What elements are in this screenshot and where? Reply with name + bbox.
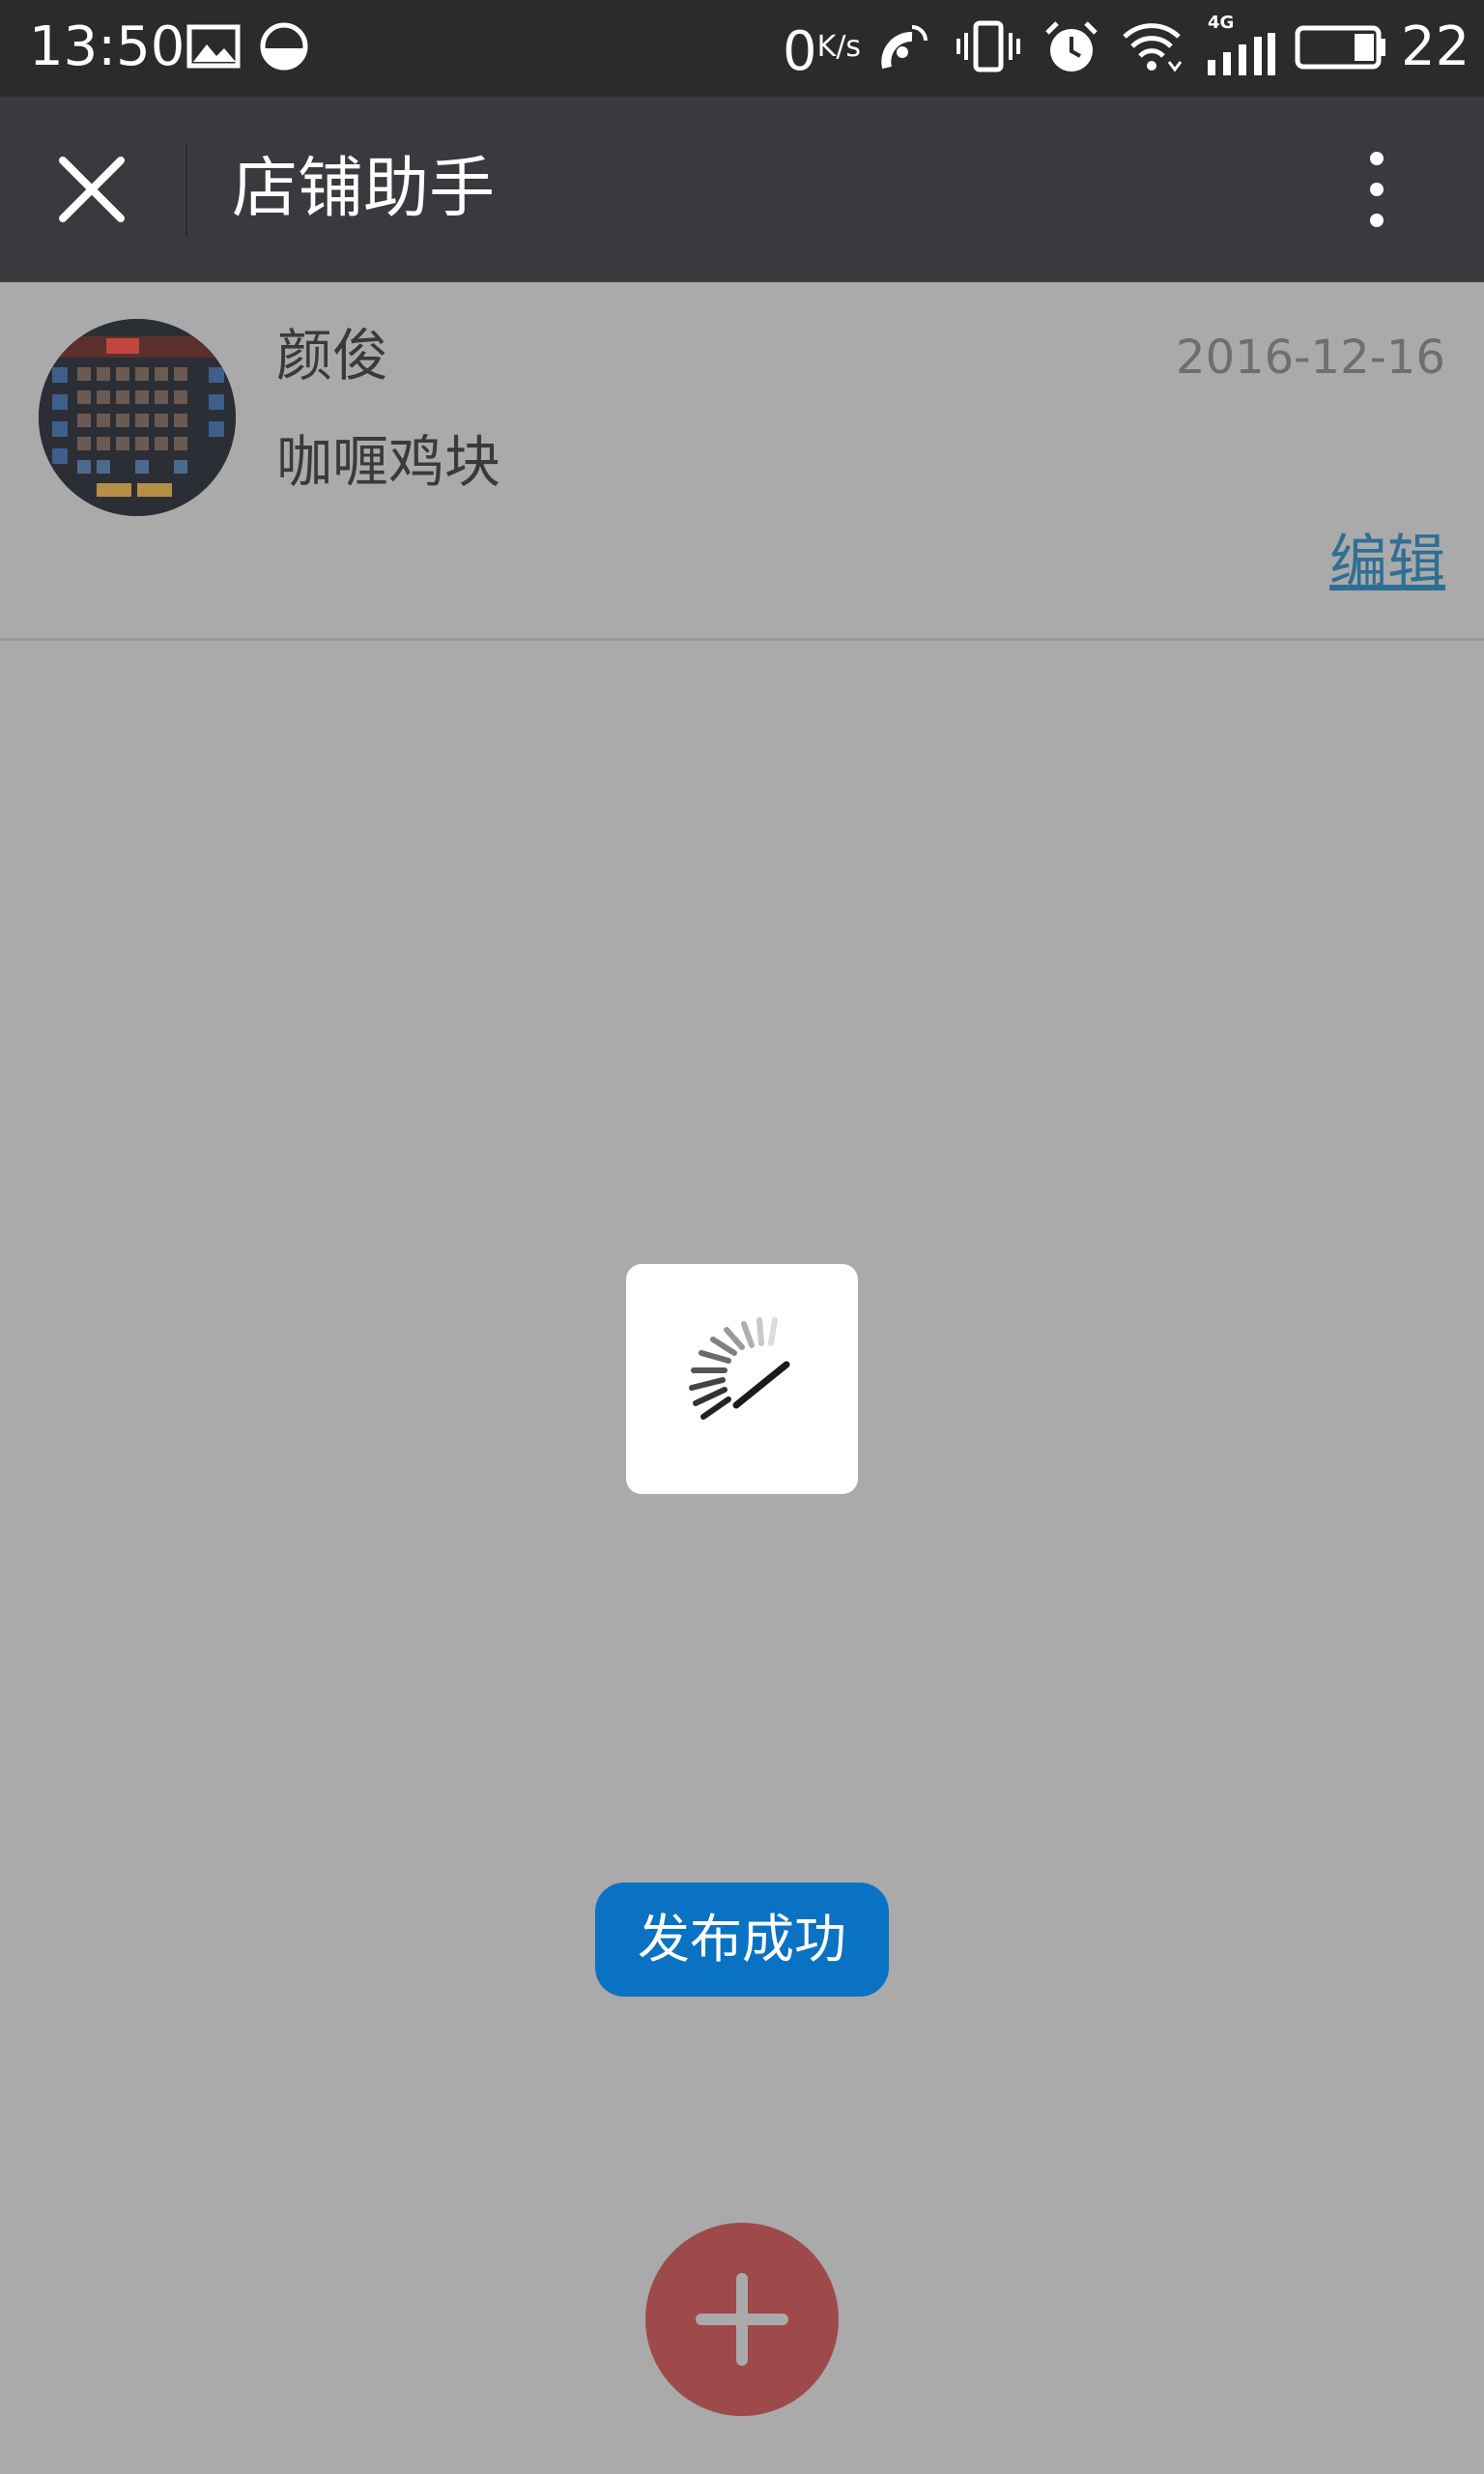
vibrate-icon xyxy=(956,20,1020,72)
status-time: 13:50 xyxy=(29,15,186,78)
wifi-icon xyxy=(1123,23,1183,72)
battery-level: 22 xyxy=(1401,15,1470,78)
post-date: 2016-12-16 xyxy=(1176,331,1445,385)
loading-dialog xyxy=(626,1264,858,1494)
more-vertical-icon[interactable] xyxy=(1353,143,1401,236)
image-icon xyxy=(186,24,241,69)
data-saver-icon xyxy=(260,22,308,71)
battery-icon xyxy=(1295,25,1385,70)
post-author: 颜俊 xyxy=(276,323,389,388)
network-type: 4G xyxy=(1208,13,1235,33)
post-content: 咖喱鸡块 xyxy=(276,429,501,495)
page-title: 店铺助手 xyxy=(232,151,496,227)
toast-message: 发布成功 xyxy=(595,1883,889,1997)
net-speed: 0K/s xyxy=(783,20,862,83)
satellite-icon xyxy=(881,25,928,70)
plus-icon xyxy=(696,2273,788,2366)
alarm-icon xyxy=(1045,21,1098,72)
close-icon[interactable] xyxy=(53,151,130,228)
nav-divider xyxy=(186,143,187,236)
spinner-icon xyxy=(689,1317,790,1420)
add-post-button[interactable] xyxy=(645,2223,839,2416)
post-item: 颜俊 2016-12-16 咖喱鸡块 编辑 xyxy=(0,282,1484,641)
signal-icon: 4G xyxy=(1208,13,1275,75)
nav-bar: 店铺助手 xyxy=(0,97,1484,282)
avatar xyxy=(39,319,236,516)
status-bar: 13:50 0K/s 4G 22 xyxy=(0,0,1484,97)
edit-link[interactable]: 编辑 xyxy=(1329,524,1445,601)
